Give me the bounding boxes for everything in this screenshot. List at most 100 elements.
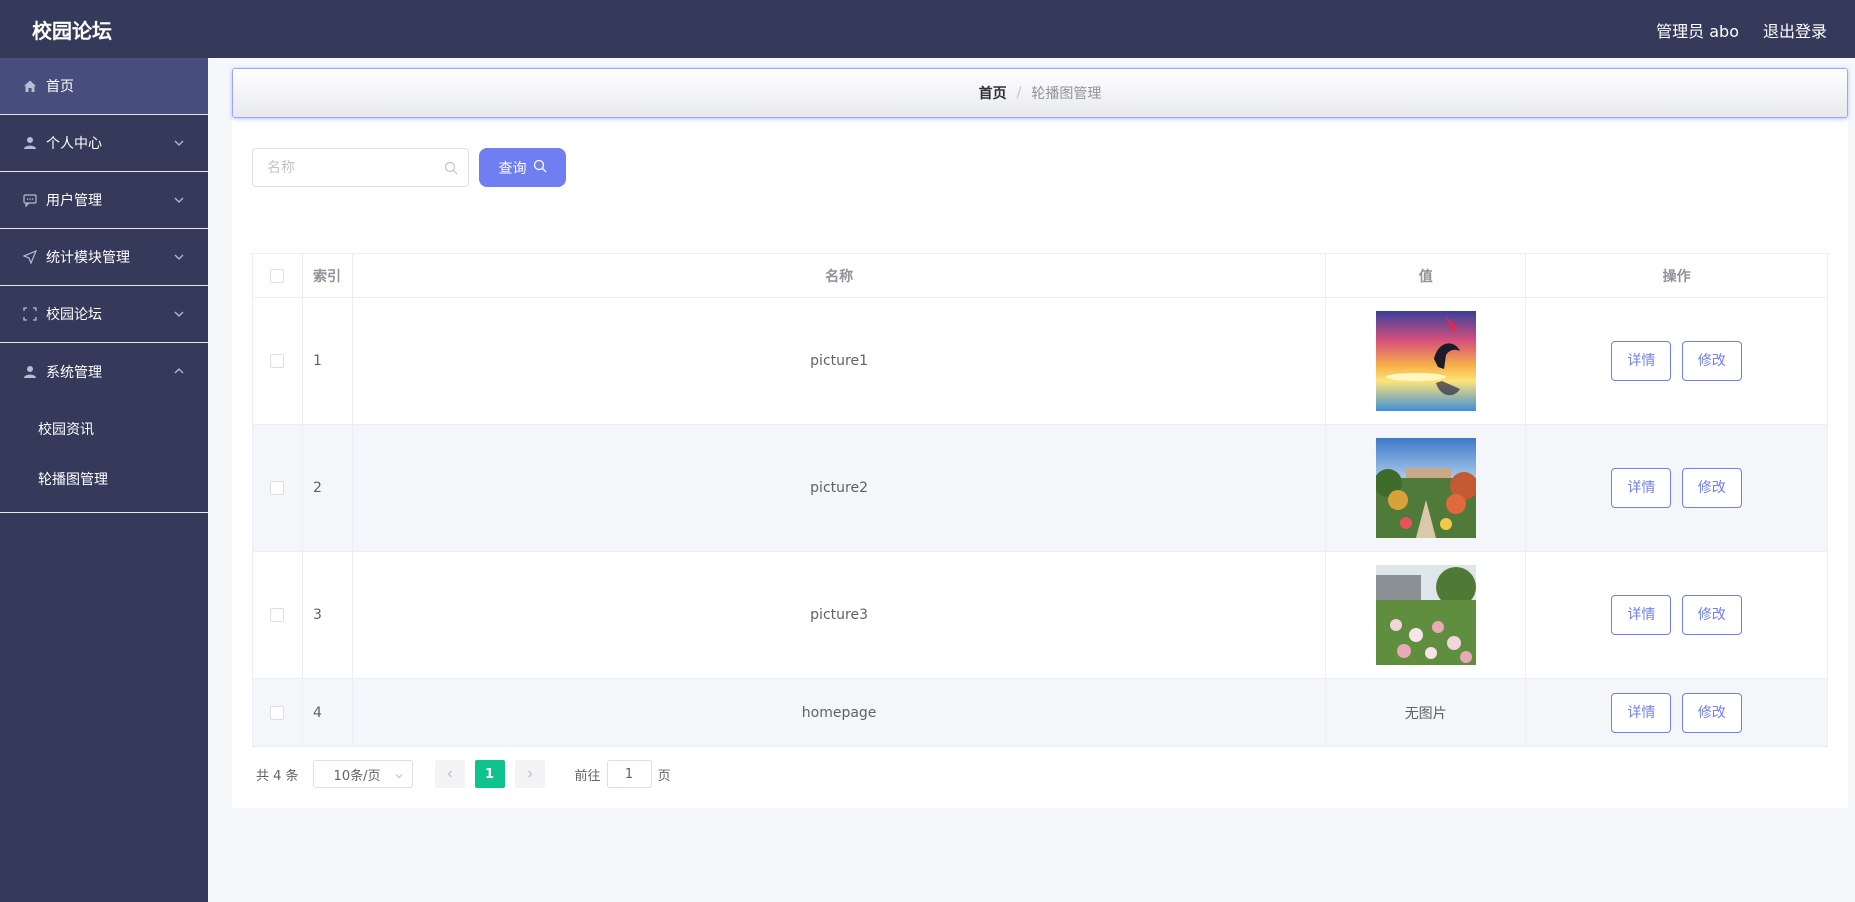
chevron-down-icon [172, 307, 186, 321]
row-index: 4 [301, 678, 353, 747]
row-checkbox[interactable] [270, 481, 285, 495]
row-value [1325, 424, 1527, 552]
row-select [252, 678, 303, 747]
row-index: 2 [301, 424, 353, 552]
search-input[interactable] [253, 149, 433, 186]
query-button-label: 查询 [498, 159, 527, 176]
row-name: picture2 [351, 424, 1327, 552]
column-header: 值 [1325, 253, 1527, 298]
total-count: 共 4 条 [256, 768, 299, 784]
sidebar-item-label: 校园论坛 [46, 307, 102, 323]
row-checkbox[interactable] [270, 705, 285, 720]
chevron-up-icon [172, 364, 186, 378]
sidebar-item-personal-center[interactable]: 个人中心 [0, 115, 208, 172]
query-button[interactable]: 查询 [479, 148, 566, 187]
admin-name: 管理员 abo [1656, 22, 1739, 41]
sidebar: 首页 个人中心 用户管理 统计模块管理 校园论坛 系统管理 校园资讯 轮播图管理 [0, 58, 208, 902]
next-page-button[interactable] [514, 760, 545, 788]
app-title: 校园论坛 [32, 19, 112, 43]
user-icon [22, 364, 38, 380]
column-header: 操作 [1525, 253, 1828, 298]
top-bar: 校园论坛 管理员 abo 退出登录 [0, 0, 1855, 58]
row-checkbox[interactable] [270, 354, 285, 368]
sidebar-item-statistics[interactable]: 统计模块管理 [0, 229, 208, 286]
campus-garden-image [1375, 438, 1476, 538]
page-number[interactable]: 1 [474, 760, 505, 788]
sidebar-item-campus-forum[interactable]: 校园论坛 [0, 286, 208, 343]
edit-button[interactable]: 修改 [1681, 692, 1742, 733]
page-size-value: 10条/页 [333, 768, 381, 784]
row-actions: 详情 修改 [1525, 551, 1828, 679]
send-icon [22, 249, 38, 265]
edit-button[interactable]: 修改 [1681, 341, 1742, 381]
goto-label: 前往 [574, 768, 601, 784]
column-header: 名称 [351, 253, 1327, 298]
flower-field-image [1375, 565, 1476, 665]
breadcrumb-home[interactable]: 首页 [979, 83, 1007, 103]
chevron-down-icon [172, 250, 186, 264]
system-submenu: 校园资讯 轮播图管理 [0, 400, 208, 513]
detail-button[interactable]: 详情 [1611, 595, 1672, 635]
row-value [1325, 551, 1527, 679]
goto-page-input[interactable] [606, 760, 652, 788]
row-select [252, 297, 303, 425]
search-icon [444, 160, 458, 175]
row-name: picture3 [351, 551, 1327, 679]
row-index: 3 [301, 551, 353, 679]
sidebar-item-label: 系统管理 [46, 364, 102, 381]
row-actions: 详情 修改 [1525, 297, 1828, 425]
home-icon [22, 78, 38, 94]
sidebar-item-label: 个人中心 [46, 136, 102, 152]
fullscreen-icon [22, 306, 38, 322]
carousel-table: 索引 名称 值 操作 1 picture1 详情 修改 2 picture2 详… [252, 253, 1828, 747]
chat-icon [22, 192, 38, 208]
sidebar-subitem-carousel-management[interactable]: 轮播图管理 [0, 454, 208, 504]
column-header: 索引 [301, 253, 353, 298]
edit-button[interactable]: 修改 [1681, 595, 1742, 635]
edit-button[interactable]: 修改 [1681, 468, 1742, 508]
row-actions: 详情 修改 [1525, 424, 1828, 552]
breadcrumb: 首页 / 轮播图管理 [232, 68, 1848, 118]
breadcrumb-separator: / [1016, 85, 1022, 101]
detail-button[interactable]: 详情 [1611, 341, 1672, 381]
sidebar-item-home[interactable]: 首页 [0, 58, 208, 115]
goto-suffix: 页 [657, 768, 671, 784]
row-name: homepage [351, 678, 1327, 747]
table-row: 3 picture3 详情 修改 [252, 551, 1828, 679]
table-header: 索引 名称 值 操作 [252, 253, 1828, 298]
sidebar-subitem-campus-news[interactable]: 校园资讯 [0, 404, 208, 454]
row-select [252, 424, 303, 552]
chevron-down-icon [394, 770, 404, 780]
logout-link[interactable]: 退出登录 [1763, 18, 1827, 42]
sidebar-item-label: 首页 [46, 79, 74, 95]
chevron-right-icon [527, 770, 532, 778]
search-box [252, 148, 469, 187]
row-checkbox[interactable] [270, 608, 285, 622]
table-row: 2 picture2 详情 修改 [252, 424, 1828, 552]
chevron-down-icon [172, 136, 186, 150]
row-value [1325, 297, 1527, 425]
chevron-down-icon [172, 193, 186, 207]
sidebar-item-label: 用户管理 [46, 193, 102, 209]
breadcrumb-current: 轮播图管理 [1031, 86, 1102, 102]
pagination: 共 4 条 10条/页 1 前往 页 [256, 760, 671, 788]
chevron-left-icon [447, 770, 452, 778]
table-row: 4 homepage 无图片 详情 修改 [252, 678, 1828, 747]
detail-button[interactable]: 详情 [1611, 692, 1672, 733]
table-row: 1 picture1 详情 修改 [252, 297, 1828, 425]
row-actions: 详情 修改 [1525, 678, 1828, 747]
search-icon [533, 159, 547, 176]
row-value: 无图片 [1325, 678, 1527, 747]
sidebar-item-label: 统计模块管理 [46, 250, 130, 266]
sidebar-item-system-management[interactable]: 系统管理 [0, 343, 208, 400]
prev-page-button[interactable] [434, 760, 465, 788]
sidebar-item-user-management[interactable]: 用户管理 [0, 172, 208, 229]
sunset-dolphin-image [1375, 311, 1476, 411]
row-name: picture1 [351, 297, 1327, 425]
header-select [252, 253, 303, 298]
page-size-select[interactable]: 10条/页 [312, 760, 413, 788]
row-index: 1 [301, 297, 353, 425]
user-icon [22, 135, 38, 151]
detail-button[interactable]: 详情 [1611, 468, 1672, 508]
select-all-checkbox[interactable] [270, 268, 285, 283]
